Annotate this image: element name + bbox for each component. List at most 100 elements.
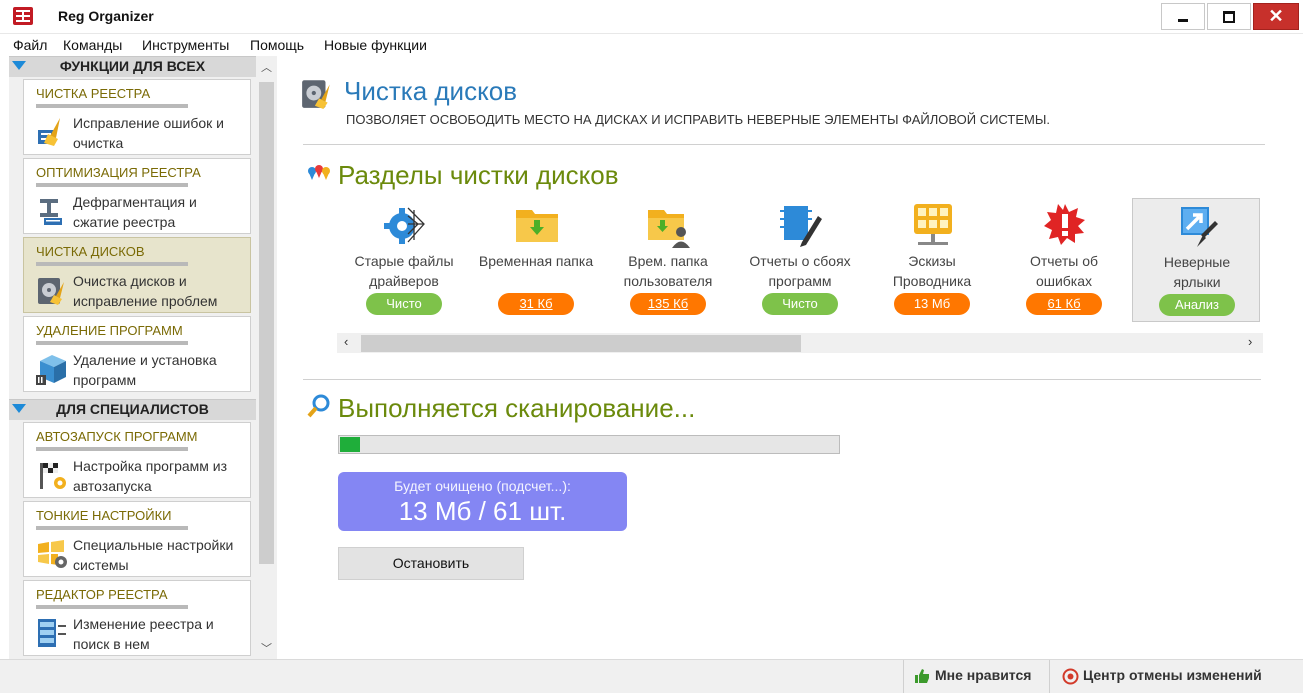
undo-center-button[interactable]: Центр отмены изменений: [1083, 667, 1262, 683]
card-description: Исправление ошибок и очистка: [73, 115, 224, 151]
compress-icon: [40, 199, 62, 225]
user-folder-icon: [648, 210, 690, 248]
scroll-left-icon[interactable]: ‹: [344, 334, 348, 349]
windows-gear-icon: [38, 540, 67, 568]
card-divider: [36, 262, 188, 266]
scrollbar-thumb[interactable]: [259, 82, 274, 564]
card-title: ЧИСТКА ДИСКОВ: [36, 244, 145, 259]
card-divider: [36, 183, 188, 187]
title-bar: Reg Organizer ✕: [0, 0, 1303, 34]
card-description: Удаление и установка программ: [73, 352, 217, 388]
card-divider: [36, 526, 188, 530]
undo-center-icon: [1062, 668, 1079, 685]
tile-old-driver-files[interactable]: Старые файлы драйверов Чисто: [340, 198, 468, 322]
tile-broken-shortcuts[interactable]: Неверные ярлыки Анализ: [1132, 198, 1260, 322]
tiles-scrollbar[interactable]: ‹ ›: [337, 333, 1263, 353]
card-description: Изменение реестра и поиск в нем: [73, 616, 214, 652]
card-title: АВТОЗАПУСК ПРОГРАММ: [36, 429, 198, 444]
app-window: Reg Organizer ✕ Файл Команды Инструменты…: [0, 0, 1303, 693]
scan-progress-bar: [338, 435, 840, 454]
tile-explorer-thumbnails[interactable]: Эскизы Проводника 13 Мб: [868, 198, 996, 322]
tile-label: Старые файлы драйверов: [354, 253, 454, 289]
sidebar-section-all[interactable]: ФУНКЦИИ ДЛЯ ВСЕХ: [9, 56, 256, 77]
menu-bar: Файл Команды Инструменты Помощь Новые фу…: [0, 34, 1303, 56]
card-title: УДАЛЕНИЕ ПРОГРАММ: [36, 323, 183, 338]
window-title: Reg Organizer: [58, 8, 154, 24]
separator: [903, 660, 904, 693]
card-description: Очистка дисков и исправление проблем: [73, 273, 218, 309]
minimize-icon: [1178, 19, 1188, 22]
tile-label: Неверные ярлыки: [1163, 254, 1231, 290]
menu-tools[interactable]: Инструменты: [142, 37, 229, 53]
menu-commands[interactable]: Команды: [63, 37, 122, 53]
tile-label: Отчеты об ошибках: [1029, 253, 1099, 289]
stop-button[interactable]: Остановить: [338, 547, 524, 580]
tile-label: Врем. папка пользователя: [623, 253, 713, 289]
crash-report-icon: [780, 206, 822, 247]
result-value: 13 Мб / 61 шт.: [398, 496, 567, 526]
sidebar-item-registry-cleanup[interactable]: ЧИСТКА РЕЕСТРА Исправление ошибок и очист…: [23, 79, 251, 155]
card-divider: [36, 447, 188, 451]
sidebar-item-tweaks[interactable]: ТОНКИЕ НАСТРОЙКИ Специальные настройки си…: [23, 501, 251, 577]
startup-flag-icon: [40, 463, 66, 489]
temp-folder-icon: [516, 210, 558, 242]
card-description: Дефрагментация и сжатие реестра: [73, 194, 197, 230]
like-button[interactable]: Мне нравится: [935, 667, 1031, 683]
card-divider: [36, 341, 188, 345]
app-logo-icon: [13, 7, 33, 25]
disk-broom-icon: [38, 278, 64, 305]
sidebar-item-uninstall[interactable]: УДАЛЕНИЕ ПРОГРАММ Удаление и установка пр…: [23, 316, 251, 392]
progress-fill: [340, 437, 360, 452]
minimize-button[interactable]: [1161, 3, 1205, 30]
tile-crash-reports[interactable]: Отчеты о сбоях программ Чисто: [736, 198, 864, 322]
tile-label: Эскизы Проводника: [892, 253, 972, 289]
disk-cleanup-header-icon: [302, 80, 330, 109]
scroll-down-icon[interactable]: ﹀: [256, 640, 277, 656]
section-title: ФУНКЦИИ ДЛЯ ВСЕХ: [59, 58, 206, 74]
menu-help[interactable]: Помощь: [250, 37, 304, 53]
section-title: Разделы чистки дисков: [338, 160, 619, 190]
card-title: ЧИСТКА РЕЕСТРА: [36, 86, 151, 101]
sidebar-item-registry-editor[interactable]: РЕДАКТОР РЕЕСТРА Изменение реестра и поис…: [23, 580, 251, 656]
sidebar-section-specialists[interactable]: ДЛЯ СПЕЦИАЛИСТОВ: [9, 399, 256, 420]
size-link[interactable]: 135 Кб: [630, 293, 706, 315]
menu-new-features[interactable]: Новые функции: [324, 37, 427, 53]
tile-label: Отчеты о сбоях программ: [749, 253, 851, 289]
tile-temp-folder[interactable]: Временная папка 31 Кб: [472, 198, 600, 322]
card-title: ОПТИМИЗАЦИЯ РЕЕСТРА: [36, 165, 201, 180]
status-bar: Мне нравится Центр отмены изменений: [0, 659, 1303, 693]
page-subtitle: ПОЗВОЛЯЕТ ОСВОБОДИТЬ МЕСТО НА ДИСКАХ И И…: [346, 112, 1050, 127]
scrollbar-thumb[interactable]: [361, 335, 801, 352]
divider: [303, 379, 1261, 380]
tile-error-reports[interactable]: Отчеты об ошибках 61 Кб: [1000, 198, 1128, 322]
result-label: Будет очищено (подсчет...):: [394, 478, 571, 494]
result-summary: Будет очищено (подсчет...): 13 Мб / 61 ш…: [338, 472, 627, 531]
size-link[interactable]: 31 Кб: [498, 293, 574, 315]
close-button[interactable]: ✕: [1253, 3, 1299, 30]
sidebar-item-registry-optimization[interactable]: ОПТИМИЗАЦИЯ РЕЕСТРА Дефрагментация и сжат…: [23, 158, 251, 234]
page-title: Чистка дисков: [344, 76, 518, 106]
maximize-icon: [1223, 10, 1235, 23]
sidebar-item-disk-cleanup[interactable]: ЧИСТКА ДИСКОВ Очистка дисков и исправлени…: [23, 237, 251, 313]
status-badge: Чисто: [366, 293, 442, 315]
sidebar: ФУНКЦИИ ДЛЯ ВСЕХ ЧИСТКА РЕЕСТРА Исправле…: [9, 56, 256, 659]
sidebar-scrollbar[interactable]: ︿ ﹀: [256, 56, 277, 659]
scroll-up-icon[interactable]: ︿: [256, 59, 277, 75]
thumbnails-icon: [914, 204, 952, 245]
uninstall-box-icon: [36, 355, 66, 385]
shortcut-icon: [1181, 207, 1218, 247]
scroll-right-icon[interactable]: ›: [1248, 334, 1252, 349]
size-badge: 13 Мб: [894, 293, 970, 315]
scan-status-title: Выполняется сканирование...: [338, 393, 696, 423]
status-badge: Анализ: [1159, 294, 1235, 316]
tile-user-temp-folder[interactable]: Врем. папка пользователя 135 Кб: [604, 198, 732, 322]
menu-file[interactable]: Файл: [13, 37, 47, 53]
card-description: Специальные настройки системы: [73, 537, 234, 573]
sidebar-item-startup[interactable]: АВТОЗАПУСК ПРОГРАММ Настройка программ и…: [23, 422, 251, 498]
section-title: ДЛЯ СПЕЦИАЛИСТОВ: [56, 401, 209, 417]
driver-gear-icon: [384, 207, 425, 244]
size-link[interactable]: 61 Кб: [1026, 293, 1102, 315]
card-divider: [36, 104, 188, 108]
magnifier-icon: [307, 394, 330, 418]
maximize-button[interactable]: [1207, 3, 1251, 30]
